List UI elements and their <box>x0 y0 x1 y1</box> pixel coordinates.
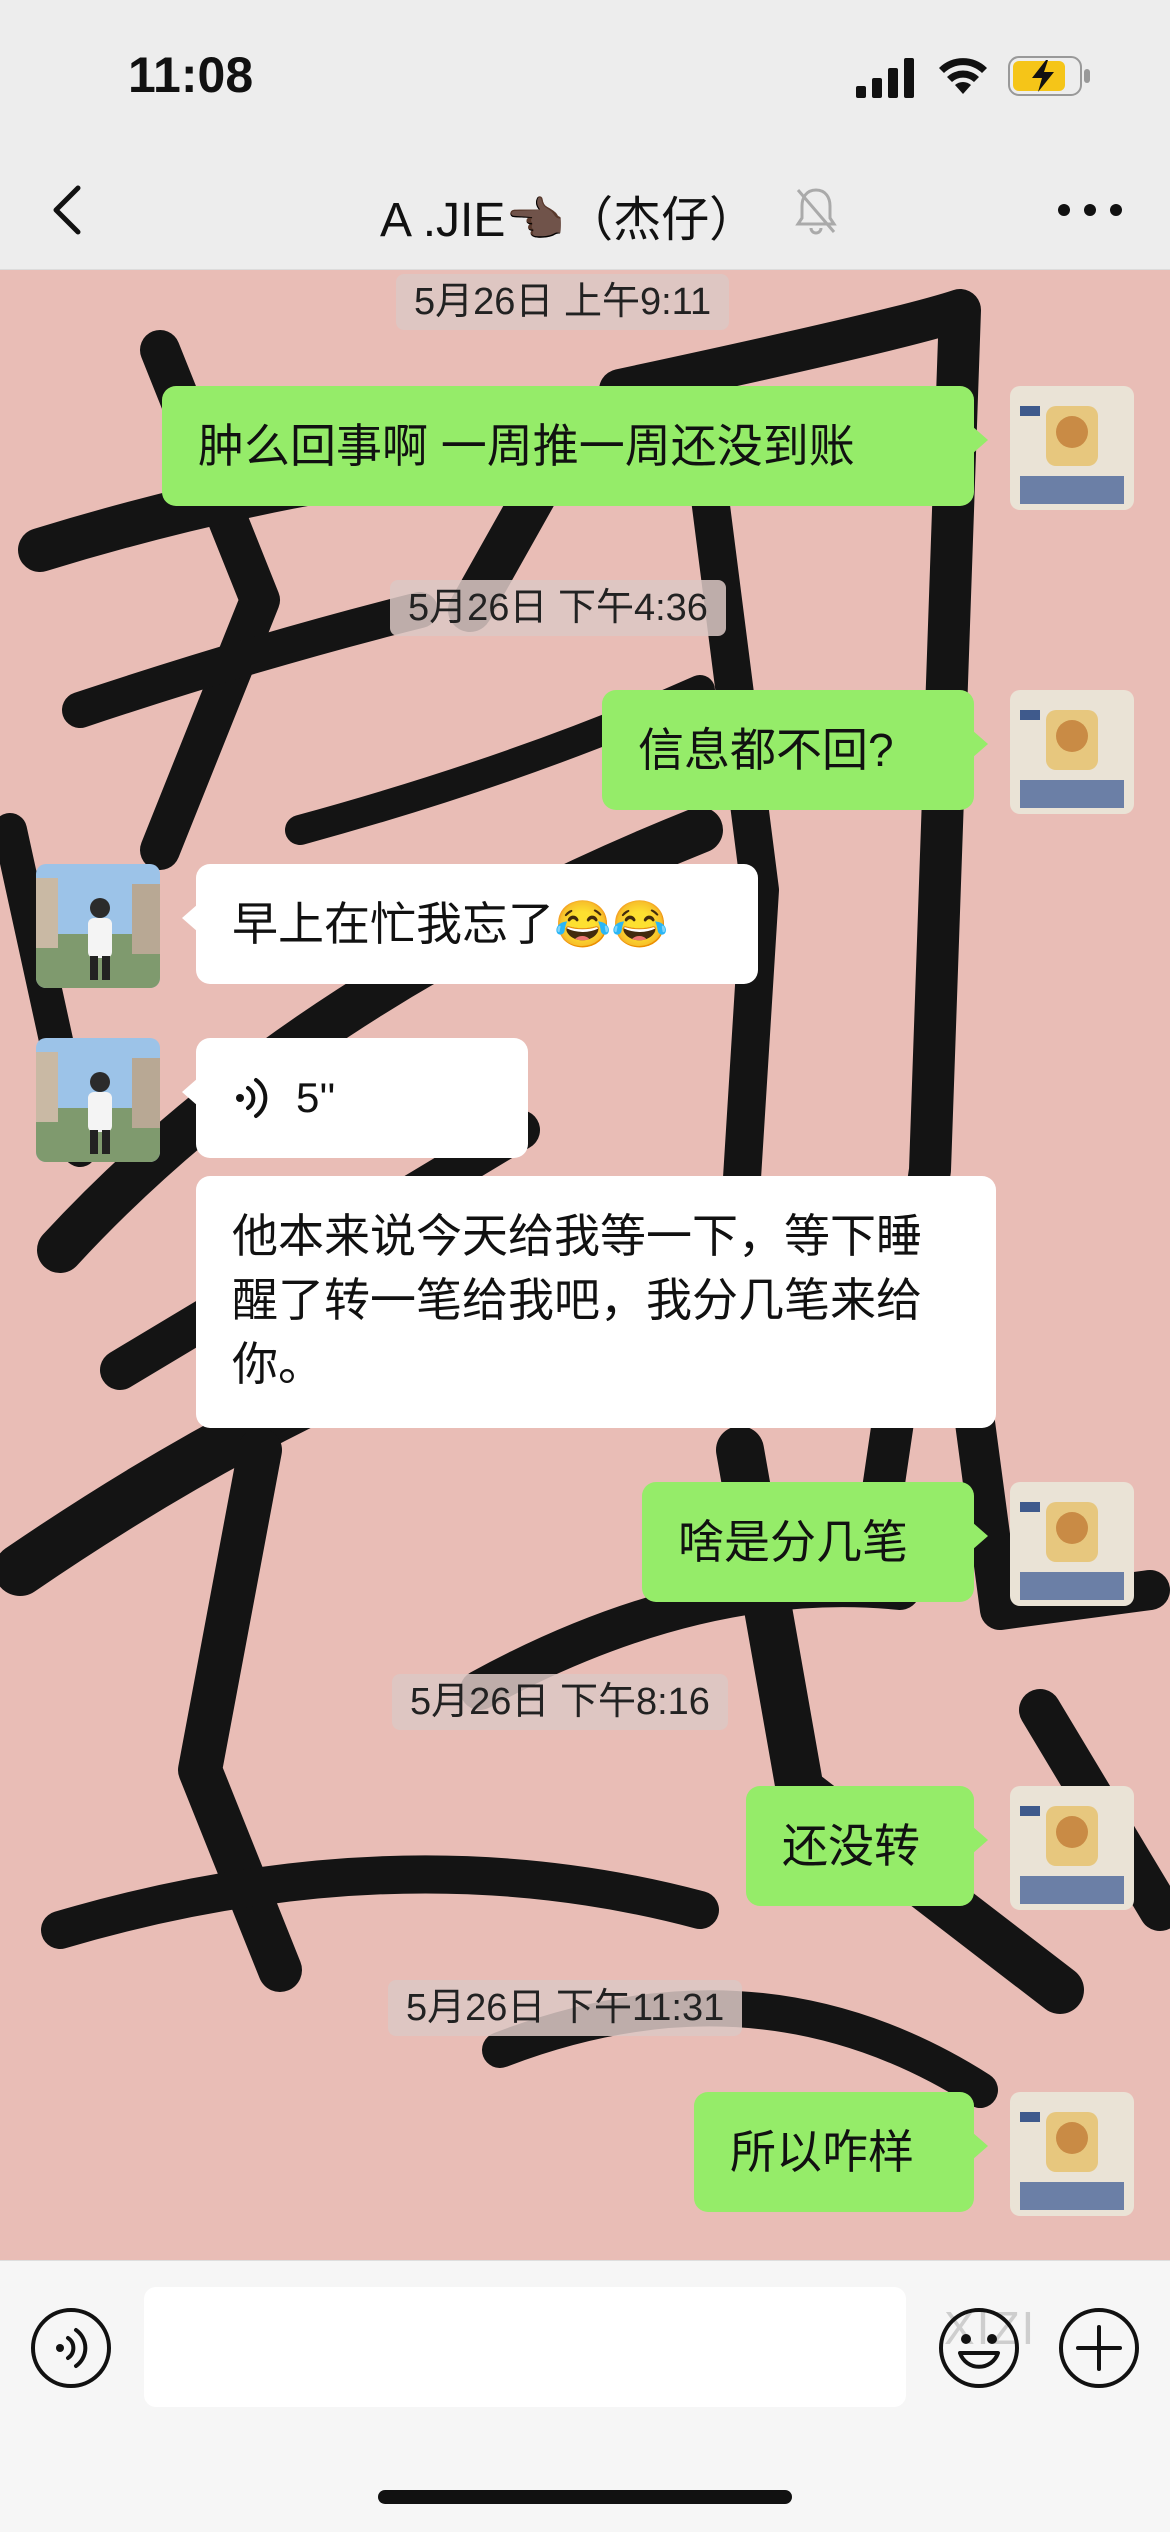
message-text: 早上在忙我忘了😂😂 <box>232 898 669 950</box>
battery-charging-icon <box>1008 56 1090 96</box>
sent-message-bubble[interactable]: 信息都不回? <box>602 690 988 810</box>
voice-duration: 5'' <box>296 1074 336 1121</box>
voice-mode-button[interactable] <box>30 2307 112 2389</box>
message-text: 所以咋样 <box>730 2126 914 2178</box>
status-time: 11:08 <box>128 47 254 103</box>
message-text: 他本来说今天给我等一下，等下睡醒了转一笔给我吧，我分几笔来给你。 <box>232 1210 922 1390</box>
message-timestamp: 5月26日 下午4:36 <box>390 580 726 636</box>
bubble-tail <box>182 904 198 932</box>
message-text: 肿么回事啊 一周推一周还没到账 <box>198 420 855 472</box>
home-indicator[interactable] <box>378 2490 792 2504</box>
sent-message-bubble[interactable]: 啥是分几笔 <box>642 1482 988 1602</box>
received-message-bubble[interactable]: 他本来说今天给我等一下，等下睡醒了转一笔给我吧，我分几笔来给你。 <box>196 1176 996 1428</box>
sent-message-bubble[interactable]: 还没转 <box>746 1786 988 1906</box>
message-text: 还没转 <box>782 1820 920 1872</box>
bubble-tail <box>972 1522 988 1550</box>
bubble-tail <box>972 426 988 454</box>
my-avatar[interactable] <box>1010 1786 1134 1910</box>
my-avatar[interactable] <box>1010 1482 1134 1606</box>
contact-avatar[interactable] <box>36 1038 160 1162</box>
my-avatar[interactable] <box>1010 2092 1134 2216</box>
bell-muted-icon <box>795 188 837 235</box>
voice-wave-icon <box>236 1078 268 1118</box>
message-text: 信息都不回? <box>638 724 894 776</box>
my-avatar[interactable] <box>1010 690 1134 814</box>
nav-bar: A .JIE👈🏿（杰仔） <box>0 150 1170 270</box>
bubble-tail <box>972 2132 988 2160</box>
my-avatar[interactable] <box>1010 386 1134 510</box>
back-button[interactable] <box>44 180 94 240</box>
wifi-icon <box>939 58 987 94</box>
status-bar: 11:08 <box>0 0 1170 150</box>
message-input[interactable] <box>144 2287 906 2407</box>
message-timestamp: 5月26日 下午8:16 <box>392 1674 728 1730</box>
sent-message-bubble[interactable]: 肿么回事啊 一周推一周还没到账 <box>162 386 988 506</box>
emoji-button[interactable] <box>938 2307 1020 2389</box>
chat-title: A .JIE👈🏿（杰仔） <box>380 194 758 247</box>
bubble-tail <box>972 1826 988 1854</box>
plus-circle-button[interactable] <box>1058 2307 1140 2389</box>
bubble-tail <box>972 730 988 758</box>
message-text: 啥是分几笔 <box>678 1516 908 1568</box>
bubble-tail <box>182 1078 198 1106</box>
sent-message-bubble[interactable]: 所以咋样 <box>694 2092 988 2212</box>
message-timestamp: 5月26日 上午9:11 <box>396 274 730 330</box>
message-timestamp: 5月26日 下午11:31 <box>388 1980 743 2036</box>
more-options-button[interactable] <box>1050 190 1130 230</box>
received-message-bubble[interactable]: 早上在忙我忘了😂😂 <box>182 864 758 984</box>
contact-avatar[interactable] <box>36 864 160 988</box>
voice-message-bubble[interactable]: 5'' <box>182 1038 528 1158</box>
chat-area[interactable]: 5月26日 上午9:11 肿么回事啊 一周推一周还没到账 5月26日 下午4:3… <box>0 270 1170 2260</box>
cellular-signal-icon <box>856 58 914 98</box>
